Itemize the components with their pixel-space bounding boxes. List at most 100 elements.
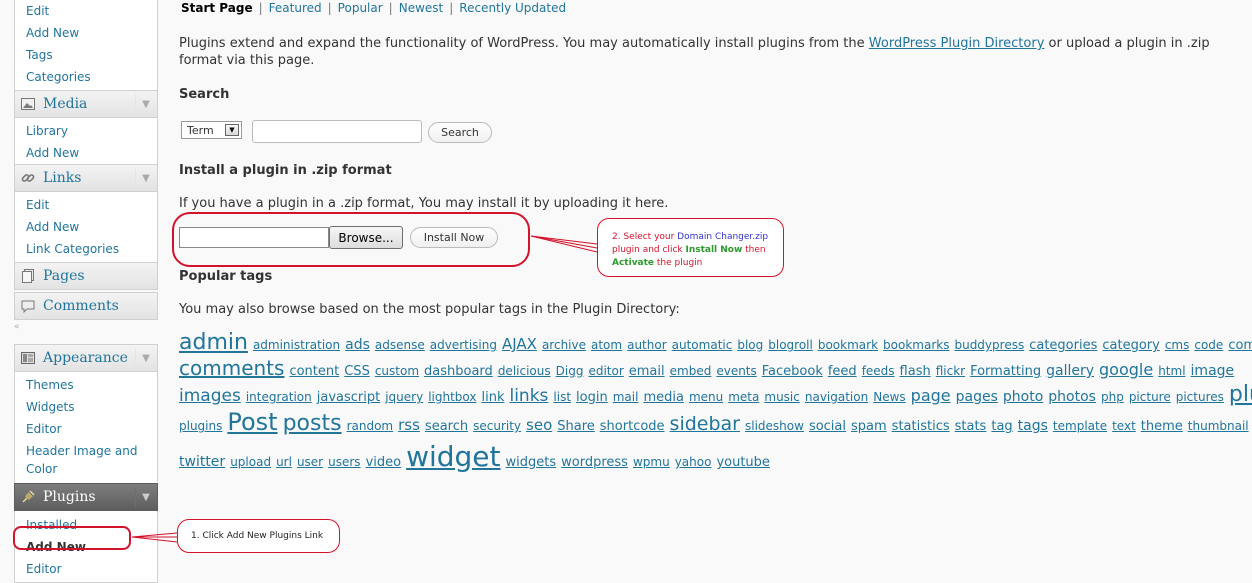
sidebar-appearance-widgets[interactable]: Widgets	[15, 396, 157, 418]
tag-link[interactable]: pictures	[1176, 390, 1224, 404]
tag-link[interactable]: gallery	[1046, 363, 1094, 379]
tag-link[interactable]: jquery	[385, 390, 423, 404]
chevron-down-icon[interactable]: ▼	[135, 94, 156, 114]
tag-link[interactable]: search	[425, 419, 468, 434]
tag-link[interactable]: picture	[1129, 390, 1171, 404]
sidebar-menu-links[interactable]: Links ▼	[14, 164, 158, 192]
tag-link[interactable]: seo	[526, 416, 552, 434]
tag-link[interactable]: automatic	[672, 338, 733, 352]
tag-link[interactable]: blogroll	[768, 338, 813, 352]
tag-link[interactable]: image	[1191, 363, 1235, 379]
chevron-down-icon[interactable]: ▼	[135, 168, 156, 188]
tag-link[interactable]: template	[1053, 419, 1107, 433]
tag-link[interactable]: photo	[1003, 389, 1043, 405]
tag-link[interactable]: delicious	[498, 364, 551, 378]
sidebar-menu-plugins[interactable]: Plugins ▼	[14, 483, 158, 511]
sidebar-posts-edit[interactable]: Edit	[15, 0, 157, 22]
tag-link[interactable]: user	[297, 455, 323, 469]
tab-newest[interactable]: Newest	[399, 1, 444, 15]
sidebar-appearance-header-image[interactable]: Header Image and Color	[15, 440, 157, 480]
tag-link[interactable]: author	[627, 338, 667, 352]
tag-link[interactable]: sidebar	[670, 413, 740, 435]
tag-link[interactable]: blog	[737, 338, 763, 352]
tag-link[interactable]: twitter	[179, 454, 225, 470]
dropdown-arrow-icon[interactable]: ▼	[225, 124, 239, 136]
tag-link[interactable]: php	[1101, 390, 1124, 404]
tag-link[interactable]: video	[366, 455, 402, 470]
sidebar-posts-categories[interactable]: Categories	[15, 66, 157, 88]
tag-link[interactable]: social	[809, 419, 846, 434]
tag-link[interactable]: Post	[227, 408, 277, 436]
tag-link[interactable]: random	[347, 419, 394, 433]
tag-link[interactable]: feeds	[862, 364, 895, 378]
plugin-directory-link[interactable]: WordPress Plugin Directory	[869, 36, 1045, 51]
tag-link[interactable]: flickr	[936, 364, 965, 378]
tab-featured[interactable]: Featured	[269, 1, 322, 15]
tag-link[interactable]: url	[276, 455, 292, 469]
tag-link[interactable]: widgets	[506, 455, 557, 470]
tag-link[interactable]: Formatting	[970, 364, 1041, 379]
tag-link[interactable]: cms	[1165, 338, 1190, 352]
tag-link[interactable]: atom	[591, 338, 622, 352]
tag-link[interactable]: links	[509, 386, 548, 406]
tag-link[interactable]: pages	[956, 389, 998, 405]
tag-link[interactable]: widget	[406, 440, 500, 473]
tag-link[interactable]: mail	[613, 390, 639, 404]
tag-link[interactable]: music	[764, 390, 799, 404]
search-type-select[interactable]: Term ▼	[181, 121, 242, 139]
tag-link[interactable]: bookmarks	[883, 338, 949, 352]
tag-link[interactable]: images	[179, 386, 241, 406]
tag-link[interactable]: users	[328, 455, 360, 469]
tag-link[interactable]: Digg	[556, 364, 584, 378]
tag-link[interactable]: events	[716, 364, 756, 378]
tag-link[interactable]: shortcode	[600, 419, 665, 434]
tag-link[interactable]: custom	[375, 364, 419, 378]
tag-link[interactable]: embed	[670, 364, 712, 378]
tag-link[interactable]: photos	[1048, 389, 1096, 405]
tag-link[interactable]: statistics	[892, 419, 950, 434]
tag-link[interactable]: plugins	[179, 419, 222, 433]
collapse-menu-icon[interactable]: «	[14, 320, 158, 334]
tag-link[interactable]: rss	[398, 416, 420, 434]
tag-link[interactable]: javascript	[317, 390, 380, 405]
sidebar-media-library[interactable]: Library	[15, 120, 157, 142]
sidebar-appearance-editor[interactable]: Editor	[15, 418, 157, 440]
sidebar-menu-media[interactable]: Media ▼	[14, 90, 158, 118]
tag-link[interactable]: youtube	[716, 455, 769, 470]
tag-link[interactable]: code	[1194, 338, 1223, 352]
sidebar-menu-appearance[interactable]: Appearance ▼	[14, 344, 158, 372]
tag-link[interactable]: category	[1102, 338, 1159, 353]
tag-link[interactable]: flash	[900, 364, 931, 379]
tag-link[interactable]: posts	[283, 411, 342, 436]
tag-link[interactable]: Facebook	[762, 364, 823, 379]
tag-link[interactable]: stats	[955, 419, 987, 434]
tag-link[interactable]: login	[576, 390, 608, 405]
tag-link[interactable]: content	[289, 364, 339, 379]
tag-link[interactable]: categories	[1029, 338, 1097, 353]
sidebar-menu-pages[interactable]: Pages	[14, 262, 158, 290]
tag-link[interactable]: google	[1099, 360, 1153, 379]
tag-link[interactable]: buddypress	[954, 338, 1024, 352]
sidebar-media-add-new[interactable]: Add New	[15, 142, 157, 164]
sidebar-posts-tags[interactable]: Tags	[15, 44, 157, 66]
tag-link[interactable]: comment	[1228, 338, 1252, 353]
tag-link[interactable]: link	[481, 390, 504, 405]
tag-link[interactable]: page	[911, 386, 951, 405]
chevron-down-icon[interactable]: ▼	[135, 348, 156, 368]
tag-link[interactable]: bookmark	[818, 338, 878, 352]
tag-link[interactable]: tag	[991, 419, 1012, 434]
tag-link[interactable]: plugin	[1229, 382, 1252, 407]
tag-link[interactable]: administration	[253, 338, 340, 352]
tag-link[interactable]: menu	[689, 390, 723, 404]
tag-link[interactable]: comments	[179, 356, 284, 380]
tag-link[interactable]: archive	[542, 338, 586, 352]
tag-link[interactable]: AJAX	[502, 335, 537, 353]
tag-link[interactable]: ads	[345, 337, 370, 353]
search-button[interactable]: Search	[428, 122, 492, 143]
sidebar-links-categories[interactable]: Link Categories	[15, 238, 157, 260]
tab-recently-updated[interactable]: Recently Updated	[459, 1, 566, 15]
tag-link[interactable]: CSS	[344, 364, 370, 379]
tag-link[interactable]: wpmu	[633, 455, 670, 469]
tag-link[interactable]: tags	[1018, 418, 1048, 434]
tag-link[interactable]: security	[473, 419, 521, 433]
